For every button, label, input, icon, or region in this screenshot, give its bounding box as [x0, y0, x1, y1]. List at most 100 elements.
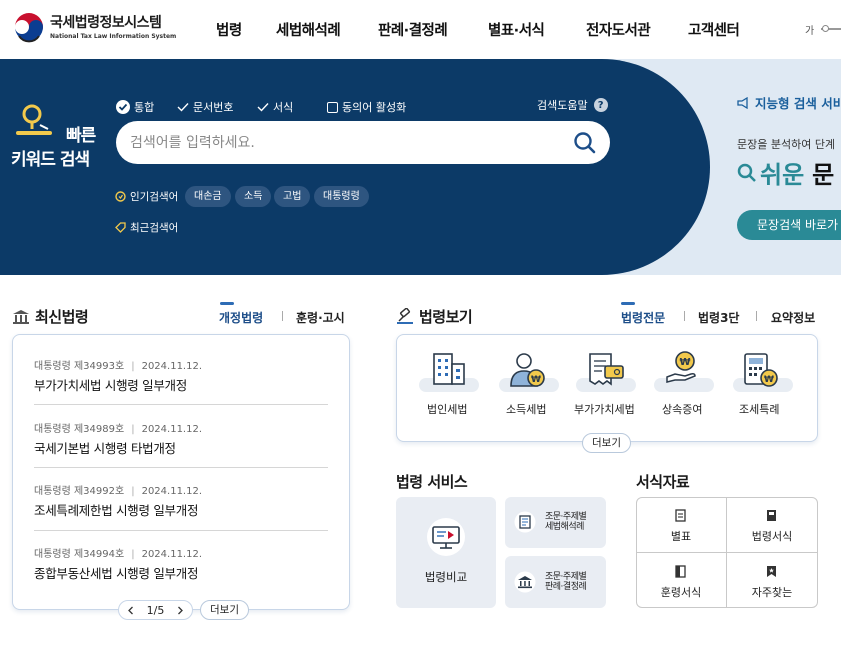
svc-interpretations-button[interactable]: 조문·주제별 세법해석례	[505, 497, 606, 548]
popular-search-label: 인기검색어	[115, 189, 178, 204]
law-compare-button[interactable]: 법령비교	[396, 497, 496, 608]
svg-text:₩: ₩	[764, 375, 774, 385]
forms-frequent-label: 자주찾는	[751, 586, 793, 599]
law-item-title[interactable]: 종합부동산세법 시행령 일부개정	[34, 563, 198, 582]
law-item-title[interactable]: 조세특례제한법 시행령 일부개정	[34, 500, 198, 519]
latest-laws-title: 최신법령	[12, 306, 89, 327]
nav-e-library[interactable]: 전자도서관	[586, 19, 651, 40]
popular-term-chip[interactable]: 대통령령	[314, 186, 369, 207]
svc2-line1: 조문·주제별	[545, 572, 587, 582]
smart-headline-accent: 쉬운	[760, 161, 805, 189]
nav-tax-interpretations[interactable]: 세법해석례	[276, 19, 341, 40]
law-label: 법인세법	[427, 403, 468, 416]
question-icon: ?	[593, 98, 608, 112]
search-bar	[116, 121, 610, 164]
forms-law-forms-link[interactable]: 법령서식	[727, 497, 817, 552]
book-icon	[767, 510, 776, 521]
check-circle-icon	[116, 100, 130, 114]
site-title[interactable]: 국세법령정보시스템	[50, 12, 162, 32]
calculator-icon: ₩	[744, 353, 778, 387]
tab-summary[interactable]: 요약정보	[771, 309, 815, 326]
popular-term-chip[interactable]: 소득	[235, 186, 272, 207]
government-logo-icon[interactable]	[12, 12, 46, 46]
chevron-left-icon[interactable]	[127, 606, 134, 615]
law-label: 부가가치세법	[574, 403, 635, 416]
law-view-title-text: 법령보기	[419, 308, 473, 326]
option-integrated[interactable]: 통합	[116, 99, 154, 115]
law-view-more-button[interactable]: 더보기	[582, 433, 631, 453]
hand-coin-icon: ₩	[666, 351, 696, 383]
law-item-meta: 대통령령 제34992호 | 2024.11.12.	[34, 486, 203, 497]
popular-term-chip[interactable]: 대손금	[185, 186, 231, 207]
page-indicator: 1/5	[146, 603, 165, 617]
svc-precedents-button[interactable]: 조문·주제별 판례·결정례	[505, 556, 606, 608]
svc1-line2: 세법해석례	[545, 522, 584, 532]
tab-directives-notices[interactable]: 훈령·고시	[296, 309, 345, 326]
active-tab-indicator	[220, 302, 234, 305]
tab-full-text[interactable]: 법령전문	[621, 309, 665, 326]
header: 국세법령정보시스템 National Tax Law Information S…	[0, 0, 841, 59]
forms-tables-label: 별표	[670, 530, 692, 543]
magnifier-icon	[737, 163, 756, 182]
svg-text:₩: ₩	[531, 375, 541, 385]
forms-frequent-link[interactable]: 자주찾는	[727, 553, 817, 608]
law-compare-label: 법령비교	[424, 570, 468, 584]
tab-separator	[684, 311, 685, 321]
svg-text:₩: ₩	[679, 357, 690, 368]
latest-laws-more-button[interactable]: 더보기	[200, 600, 249, 620]
pagination: 1/5	[118, 600, 193, 620]
popular-term-chip[interactable]: 고법	[274, 186, 311, 207]
magnifier-bar-icon	[16, 104, 52, 135]
smart-search-title-text: 지능형 검색 서비	[755, 96, 841, 111]
nav-tables-forms[interactable]: 별표·서식	[488, 19, 545, 40]
law-label: 상속증여	[662, 403, 703, 416]
smart-search-headline: 쉬운 문	[736, 155, 834, 190]
keyword-search-panel	[0, 59, 710, 275]
table-doc-icon	[675, 509, 686, 522]
active-tab-indicator	[621, 302, 635, 305]
option-synonym-label: 동의어 활성화	[342, 101, 407, 114]
building-icon	[433, 353, 465, 385]
law-services-title: 법령 서비스	[396, 473, 468, 491]
forms-tables-link[interactable]: 별표	[636, 497, 726, 552]
nav-precedents[interactable]: 판례·결정례	[378, 19, 448, 40]
search-input[interactable]	[130, 121, 560, 164]
recent-search-label[interactable]: 최근검색어	[115, 220, 178, 235]
tab-three-column[interactable]: 법령3단	[698, 309, 739, 326]
gavel-icon	[397, 308, 413, 324]
tab-revised-laws[interactable]: 개정법령	[219, 309, 263, 326]
search-hero: 빠른 키워드 검색 통합 문서번호 서식 동의어 활성화 검색도움말 ? 인기검…	[0, 59, 841, 275]
keyword-title-line1: 빠른	[66, 126, 96, 146]
chevron-right-icon[interactable]	[177, 606, 184, 615]
law-label: 소득세법	[506, 403, 547, 416]
bookmark-star-icon	[767, 566, 776, 577]
forms-directive-forms-link[interactable]: 훈령서식	[636, 553, 726, 608]
option-forms[interactable]: 서식	[257, 99, 293, 115]
smart-search-desc: 문장을 분석하여 단계	[737, 138, 836, 151]
nav-laws[interactable]: 법령	[216, 19, 242, 40]
search-help-link[interactable]: 검색도움말 ?	[537, 97, 608, 113]
option-doc-number-label: 문서번호	[193, 101, 234, 114]
check-icon	[257, 103, 269, 112]
synonym-checkbox[interactable]	[327, 101, 338, 113]
law-item-meta: 대통령령 제34989호 | 2024.11.12.	[34, 424, 203, 435]
law-label: 조세특례	[739, 403, 780, 416]
site-subtitle: National Tax Law Information System	[50, 33, 177, 40]
law-item-title[interactable]: 부가가치세법 시행령 일부개정	[34, 375, 187, 394]
option-synonym[interactable]: 동의어 활성화	[327, 99, 406, 115]
courthouse-icon	[514, 571, 536, 593]
font-size-label: 가	[805, 26, 815, 37]
sentence-search-button[interactable]: 문장검색 바로가	[737, 210, 841, 240]
law-item-title[interactable]: 국세기본법 시행령 타법개정	[34, 438, 176, 457]
receipt-card-icon	[589, 353, 624, 386]
svc1-line1: 조문·주제별	[545, 512, 587, 522]
search-icon[interactable]	[572, 130, 598, 156]
recent-search-text: 최근검색어	[130, 222, 179, 234]
font-size-slider-handle[interactable]	[822, 25, 829, 32]
nav-customer-center[interactable]: 고객센터	[688, 19, 740, 40]
option-doc-number[interactable]: 문서번호	[177, 99, 233, 115]
svc2-line2: 판례·결정례	[545, 582, 587, 592]
tab-separator	[756, 311, 757, 321]
divider	[34, 467, 328, 468]
forms-law-forms-label: 법령서식	[751, 530, 793, 543]
